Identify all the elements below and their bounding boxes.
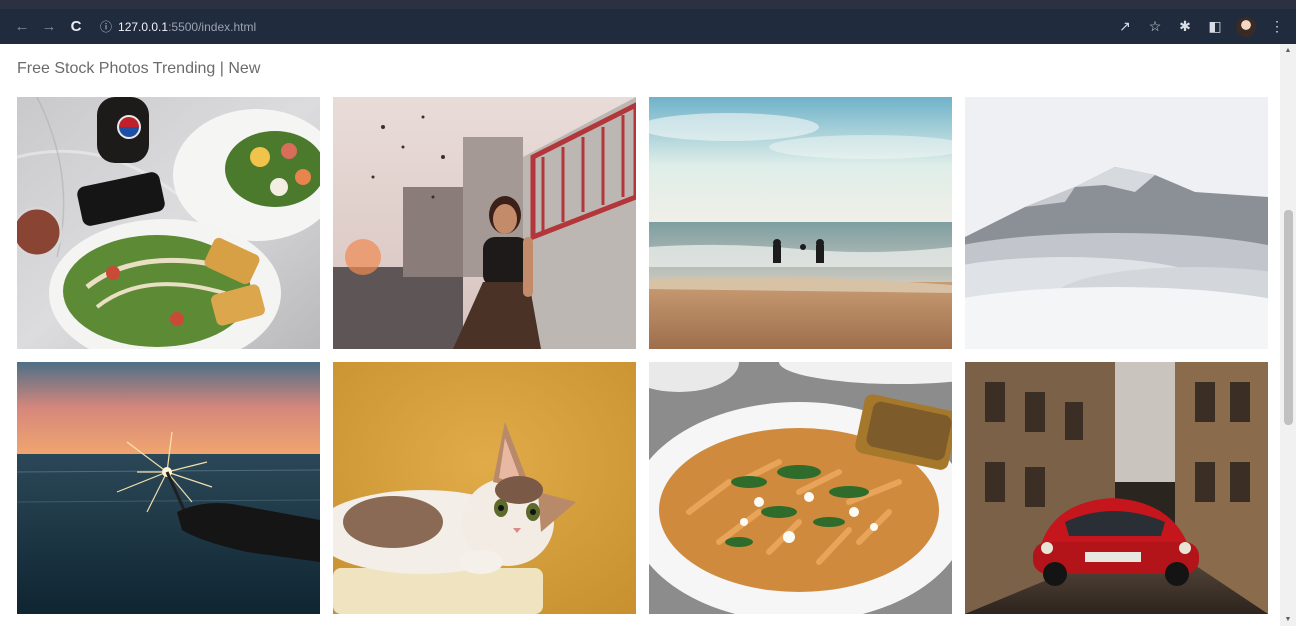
car-image: [965, 362, 1268, 614]
url-host: 127.0.0.1: [118, 19, 169, 34]
pasta-image: [649, 362, 952, 614]
address-bar[interactable]: ⓘ 127.0.0.1:5500/index.html: [100, 15, 256, 39]
browser-chrome: ← → C ⓘ 127.0.0.1:5500/index.html ↗ ☆ ✱ …: [0, 0, 1296, 44]
share-icon[interactable]: ↗: [1116, 18, 1134, 35]
woman-image: [333, 97, 636, 349]
star-icon[interactable]: ☆: [1146, 18, 1164, 35]
photo-salad[interactable]: salad-plates-on-marble: [17, 97, 320, 349]
photo-mountain[interactable]: snowy-mountain-above-clouds: [965, 97, 1268, 349]
back-arrow-icon[interactable]: ←: [10, 15, 34, 39]
vertical-scrollbar[interactable]: ▲ ▼: [1280, 44, 1296, 626]
scroll-down-arrow-icon[interactable]: ▼: [1283, 616, 1293, 623]
menu-icon[interactable]: ⋮: [1268, 18, 1286, 35]
browser-toolbar: ← → C ⓘ 127.0.0.1:5500/index.html ↗ ☆ ✱ …: [0, 9, 1296, 44]
sparkler-image: [17, 362, 320, 614]
photo-beach[interactable]: people-running-into-sea: [649, 97, 952, 349]
avatar[interactable]: [1236, 16, 1256, 37]
photo-pasta[interactable]: pasta-with-greens: [649, 362, 952, 614]
url-path: :5500/index.html: [168, 19, 257, 34]
puzzle-icon[interactable]: ✱: [1176, 18, 1194, 35]
photo-grid: salad-plates-on-marble: [17, 97, 1268, 614]
tab-strip: [0, 0, 1296, 9]
page-content: Free Stock Photos Trending | New: [0, 44, 1280, 626]
photo-sparkler[interactable]: sparkler-at-sunset-sea: [17, 362, 320, 614]
kitten-image: [333, 362, 636, 614]
toolbar-actions: ↗ ☆ ✱ ◧ ⋮: [1116, 9, 1286, 44]
sidepanel-icon[interactable]: ◧: [1206, 18, 1224, 35]
mountain-image: [965, 97, 1268, 349]
salad-image: [17, 97, 320, 349]
beach-image: [649, 97, 952, 349]
reload-icon[interactable]: C: [64, 15, 88, 39]
photo-car[interactable]: red-beetle-on-old-street: [965, 362, 1268, 614]
photo-woman[interactable]: smiling-woman-against-wall: [333, 97, 636, 349]
page-title: Free Stock Photos Trending | New: [17, 60, 261, 77]
scroll-up-arrow-icon[interactable]: ▲: [1283, 47, 1293, 54]
info-icon[interactable]: ⓘ: [100, 18, 112, 35]
forward-arrow-icon[interactable]: →: [37, 15, 61, 39]
scroll-thumb[interactable]: [1284, 210, 1293, 425]
photo-kitten[interactable]: kitten-on-yellow-background: [333, 362, 636, 614]
